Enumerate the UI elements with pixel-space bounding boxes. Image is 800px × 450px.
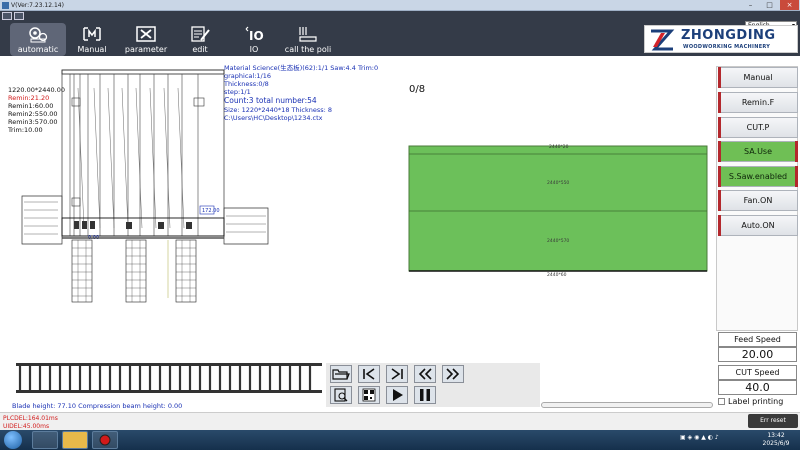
material-line: Material Science(生态板)(62):1/1 Saw:4.4 Tr… [224, 64, 379, 72]
feed-speed-label: Feed Speed [734, 335, 781, 344]
record-icon [99, 434, 111, 446]
tool-label: edit [192, 45, 208, 54]
last-step-button[interactable] [386, 365, 408, 383]
system-tray-icons[interactable]: ▣ ◈ ◉ ▲ ◐ ♪ [680, 434, 719, 441]
cut-speed-label: CUT Speed [735, 368, 780, 377]
app-icon [2, 2, 9, 9]
close-button[interactable]: × [780, 0, 799, 10]
feed-speed-value: 20.00 [741, 348, 774, 361]
io-icon: IO [245, 26, 264, 43]
checkbox-icon [718, 398, 725, 405]
strip-label-top: 2440*20 [549, 144, 569, 150]
folder-task-icon[interactable] [62, 431, 88, 449]
open-file-button[interactable] [330, 365, 352, 383]
skip-forward-icon [391, 368, 403, 380]
os-taskbar: ▣ ◈ ◉ ▲ ◐ ♪ 13:42 2025/6/9 [0, 430, 800, 450]
qr-code-button[interactable] [358, 386, 380, 404]
piece-counter: 0/8 [409, 84, 426, 95]
err-reset-button[interactable]: Err reset [748, 414, 798, 428]
tools-icon [136, 26, 156, 42]
strip-label-mid: 2440*550 [547, 180, 569, 186]
label-printing-text: Label printing [728, 397, 784, 406]
tool-io[interactable]: IO IO [226, 23, 282, 56]
count-line: Count:3 total number:54 [224, 96, 317, 105]
ui-delay: UIDEL:45.00ms [3, 423, 50, 430]
svg-text:IO: IO [249, 29, 264, 43]
clock-date: 2025/6/9 [762, 440, 790, 447]
pause-button[interactable] [414, 386, 436, 404]
zhongding-logo-icon [651, 29, 675, 51]
recorder-task-icon[interactable] [92, 431, 118, 449]
folder-icon [332, 369, 350, 380]
feed-speed-label-box: Feed Speed [718, 332, 797, 347]
blade-height-status: Blade height: 77.10 Compression beam hei… [12, 402, 183, 410]
window-titlebar: V(Ver:7.23.12.14) – □ × [0, 0, 800, 11]
tool-label: automatic [17, 45, 59, 54]
cut-speed-input[interactable]: 40.0 [718, 380, 797, 395]
tool-call-the-poli[interactable]: call the poli [280, 23, 336, 56]
cut-speed-value: 40.0 [745, 381, 770, 394]
tool-label: call the poli [284, 45, 332, 54]
preview-button[interactable] [330, 386, 352, 404]
window-icon[interactable] [14, 12, 24, 20]
next-button[interactable] [442, 365, 464, 383]
start-menu-icon[interactable] [4, 431, 22, 449]
cut-p-toggle[interactable]: CUT.P [718, 117, 798, 138]
strip-label-scrap: 2440*60 [547, 272, 567, 278]
step-line: step:1/1 [224, 88, 251, 96]
manual-toggle[interactable]: Manual [718, 67, 798, 88]
tool-manual[interactable]: Manual [64, 23, 120, 56]
alarm-icon [299, 27, 317, 42]
skip-back-icon [363, 368, 375, 380]
graphical-line: graphical:1/16 [224, 72, 271, 80]
plc-delay: PLCDEL:164.01ms [3, 415, 58, 422]
strip-label-bottom: 2440*570 [547, 238, 569, 244]
tool-edit[interactable]: edit [172, 23, 228, 56]
window-title: V(Ver:7.23.12.14) [11, 2, 64, 9]
sa-use-toggle[interactable]: SA.Use [718, 141, 798, 162]
double-chevron-left-icon [418, 368, 432, 380]
edit-icon [191, 26, 210, 42]
carriage-position-label: 172.00 [202, 208, 220, 214]
status-footer: PLCDEL:164.01ms UIDEL:45.00ms [0, 412, 800, 430]
tool-parameter[interactable]: parameter [118, 23, 174, 56]
size-line: Size: 1220*2440*18 Thickness: 8 [224, 106, 333, 114]
manual-mode-icon [83, 27, 101, 41]
file-path: C:\Users\HC\Desktop\1234.ctx [224, 114, 323, 122]
document-search-icon [334, 388, 348, 402]
brand-tagline: WOODWORKING MACHINERY [683, 44, 771, 50]
task-app-icon[interactable] [32, 431, 58, 449]
cut-speed-label-box: CUT Speed [718, 365, 797, 380]
tool-label: IO [249, 45, 259, 54]
first-step-button[interactable] [358, 365, 380, 383]
board-layout: 2440*20 2440*550 2440*570 2440*60 [408, 144, 708, 278]
clock-time: 13:42 [767, 432, 785, 439]
thickness-line: Thickness:0/8 [224, 80, 269, 88]
start-button[interactable] [386, 386, 408, 404]
tool-label: Manual [77, 45, 107, 54]
brand-logo: ZHONGDING WOODWORKING MACHINERY [644, 25, 798, 53]
horizontal-scrollbar[interactable] [541, 402, 713, 408]
taskbar-clock[interactable]: 13:42 2025/6/9 [758, 432, 794, 448]
label-printing-checkbox[interactable]: Label printing [718, 397, 783, 406]
feed-speed-input[interactable]: 20.00 [718, 347, 797, 362]
brand-name: ZHONGDING [681, 28, 776, 43]
gears-icon [29, 27, 48, 43]
fan-on-toggle[interactable]: Fan.ON [718, 190, 798, 211]
job-info-panel: Material Science(生态板)(62):1/1 Saw:4.4 Tr… [224, 64, 378, 122]
previous-button[interactable] [414, 365, 436, 383]
auto-on-toggle[interactable]: Auto.ON [718, 215, 798, 236]
restore-icon[interactable] [2, 12, 12, 20]
tool-automatic[interactable]: automatic [10, 23, 66, 56]
tool-label: parameter [124, 45, 168, 54]
remin-f-toggle[interactable]: Remin.F [718, 92, 798, 113]
s-saw-enabled-toggle[interactable]: S.Saw.enabled [718, 166, 798, 187]
roller-conveyor [16, 363, 322, 393]
maximize-button[interactable]: □ [760, 0, 779, 10]
double-chevron-right-icon [446, 368, 460, 380]
play-icon [393, 389, 403, 401]
minimize-button[interactable]: – [741, 0, 760, 10]
qr-code-icon [362, 388, 376, 402]
pause-icon [420, 389, 430, 401]
